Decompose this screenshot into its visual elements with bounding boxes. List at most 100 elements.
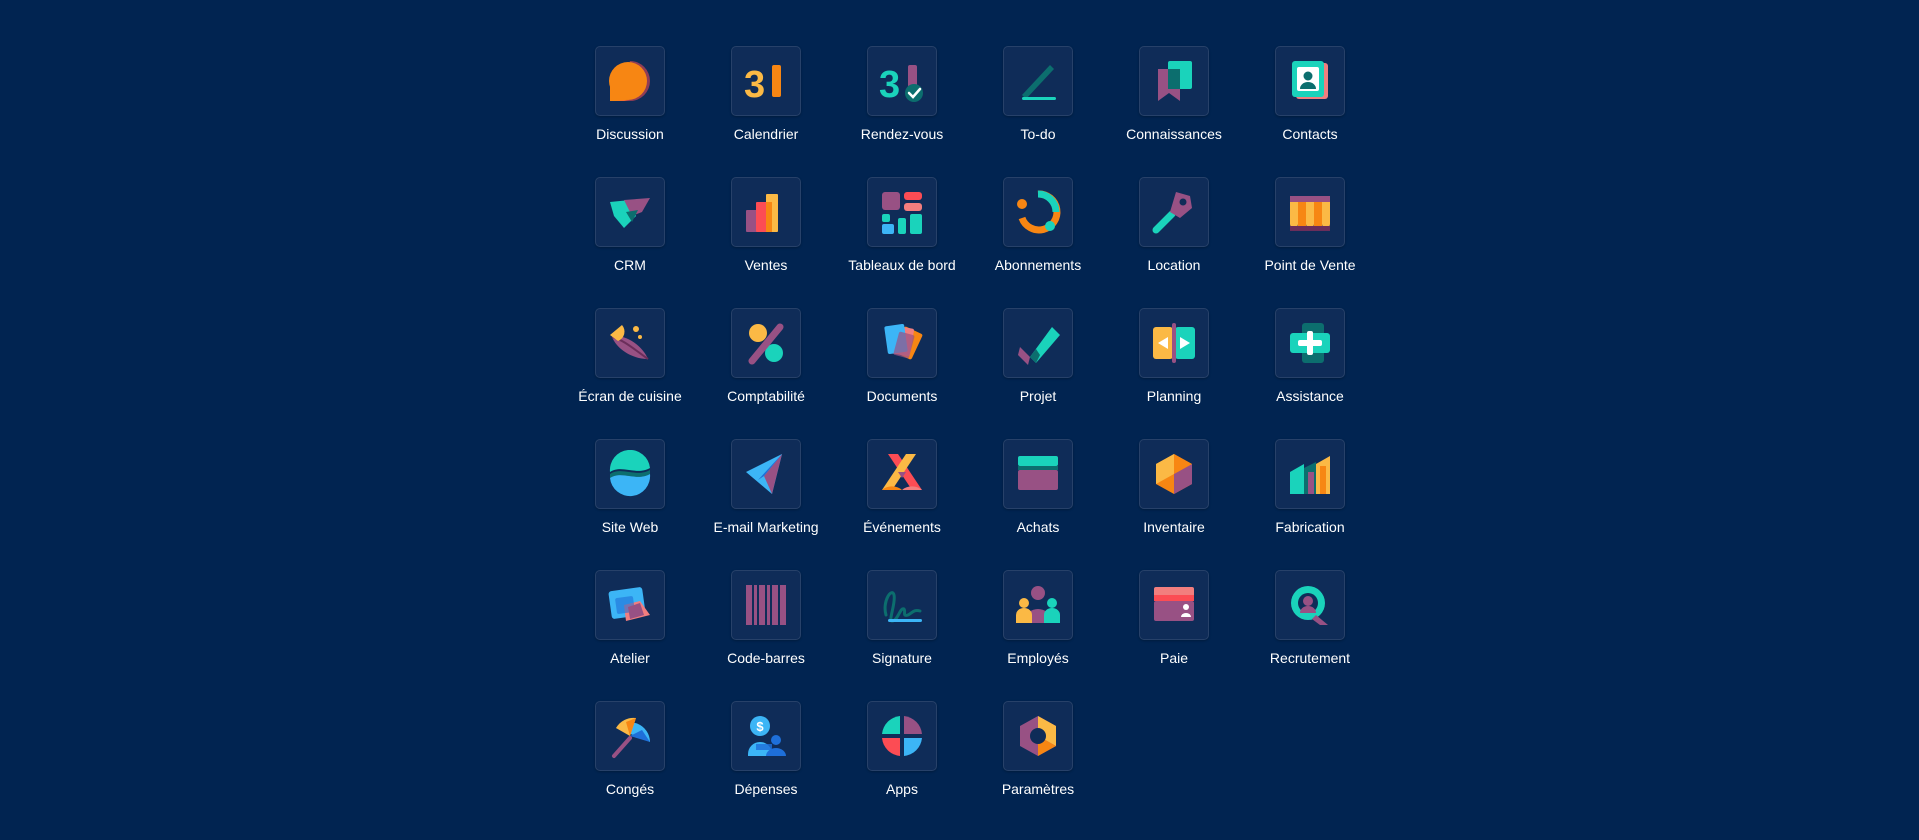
svg-text:3: 3 bbox=[879, 64, 900, 105]
dashboard-icon[interactable] bbox=[867, 177, 937, 247]
app-label: Site Web bbox=[601, 519, 659, 535]
app-tile-documents-stack[interactable]: Documents bbox=[834, 308, 970, 439]
app-tile-checkmark[interactable]: Projet bbox=[970, 308, 1106, 439]
app-label: Dépenses bbox=[734, 781, 798, 797]
app-tile-globe-waves[interactable]: Site Web bbox=[562, 439, 698, 570]
app-tile-key[interactable]: Location bbox=[1106, 177, 1242, 308]
app-label: Discussion bbox=[596, 126, 664, 142]
app-label: Code-barres bbox=[727, 650, 805, 666]
payslip-card-icon[interactable] bbox=[1139, 570, 1209, 640]
event-ribbon-icon[interactable] bbox=[867, 439, 937, 509]
key-icon[interactable] bbox=[1139, 177, 1209, 247]
app-tile-box-cube[interactable]: Inventaire bbox=[1106, 439, 1242, 570]
kitchen-whisk-icon[interactable] bbox=[595, 308, 665, 378]
handshake-icon[interactable] bbox=[595, 177, 665, 247]
app-label: Inventaire bbox=[1143, 519, 1205, 535]
app-tile-apps-quadrants[interactable]: Apps bbox=[834, 701, 970, 832]
documents-stack-icon[interactable] bbox=[867, 308, 937, 378]
app-label: Contacts bbox=[1282, 126, 1338, 142]
app-tile-expense-person[interactable]: $ Dépenses bbox=[698, 701, 834, 832]
plus-cross-icon[interactable] bbox=[1275, 308, 1345, 378]
app-label: Signature bbox=[872, 650, 932, 666]
app-label: Fabrication bbox=[1275, 519, 1345, 535]
app-tile-kitchen-whisk[interactable]: Écran de cuisine bbox=[562, 308, 698, 439]
pencil-icon[interactable] bbox=[1003, 46, 1073, 116]
recurring-circle-icon[interactable] bbox=[1003, 177, 1073, 247]
app-label: Ventes bbox=[744, 257, 788, 273]
appointment-calendar-icon[interactable]: 3 bbox=[867, 46, 937, 116]
app-label: Abonnements bbox=[994, 257, 1082, 273]
app-tile-contact-card[interactable]: Contacts bbox=[1242, 46, 1378, 177]
magnifier-person-icon[interactable] bbox=[1275, 570, 1345, 640]
bookmark-icon[interactable] bbox=[1139, 46, 1209, 116]
app-label: Point de Vente bbox=[1264, 257, 1356, 273]
checkmark-icon[interactable] bbox=[1003, 308, 1073, 378]
app-tile-workshop-cards[interactable]: Atelier bbox=[562, 570, 698, 701]
app-label: Calendrier bbox=[733, 126, 799, 142]
globe-waves-icon[interactable] bbox=[595, 439, 665, 509]
app-tile-calendar[interactable]: 3 Calendrier bbox=[698, 46, 834, 177]
app-tile-chat-bubble[interactable]: Discussion bbox=[562, 46, 698, 177]
app-label: Rendez-vous bbox=[860, 126, 944, 142]
bar-chart-icon[interactable] bbox=[731, 177, 801, 247]
app-tile-credit-card[interactable]: Achats bbox=[970, 439, 1106, 570]
box-cube-icon[interactable] bbox=[1139, 439, 1209, 509]
app-tile-planning-arrows[interactable]: Planning bbox=[1106, 308, 1242, 439]
app-label: Assistance bbox=[1276, 388, 1344, 404]
app-grid: Discussion 3 Calendrier 3 Rendez-vous To-do Co… bbox=[562, 46, 1358, 832]
calendar-icon[interactable]: 3 bbox=[731, 46, 801, 116]
contact-card-icon[interactable] bbox=[1275, 46, 1345, 116]
umbrella-icon[interactable] bbox=[595, 701, 665, 771]
app-tile-barcode[interactable]: Code-barres bbox=[698, 570, 834, 701]
app-label: E-mail Marketing bbox=[713, 519, 819, 535]
chat-bubble-icon[interactable] bbox=[595, 46, 665, 116]
app-tile-recurring-circle[interactable]: Abonnements bbox=[970, 177, 1106, 308]
workshop-cards-icon[interactable] bbox=[595, 570, 665, 640]
apps-quadrants-icon[interactable] bbox=[867, 701, 937, 771]
app-tile-bar-chart[interactable]: Ventes bbox=[698, 177, 834, 308]
app-tile-dashboard[interactable]: Tableaux de bord bbox=[834, 177, 970, 308]
app-tile-percent[interactable]: Comptabilité bbox=[698, 308, 834, 439]
app-tile-factory[interactable]: Fabrication bbox=[1242, 439, 1378, 570]
app-tile-storefront[interactable]: Point de Vente bbox=[1242, 177, 1378, 308]
app-tile-magnifier-person[interactable]: Recrutement bbox=[1242, 570, 1378, 701]
app-tile-signature[interactable]: Signature bbox=[834, 570, 970, 701]
app-label: Location bbox=[1147, 257, 1201, 273]
expense-person-icon[interactable]: $ bbox=[731, 701, 801, 771]
app-tile-plus-cross[interactable]: Assistance bbox=[1242, 308, 1378, 439]
app-tile-people[interactable]: Employés bbox=[970, 570, 1106, 701]
app-label: CRM bbox=[614, 257, 646, 273]
barcode-icon[interactable] bbox=[731, 570, 801, 640]
app-label: Planning bbox=[1146, 388, 1202, 404]
paper-plane-icon[interactable] bbox=[731, 439, 801, 509]
credit-card-icon[interactable] bbox=[1003, 439, 1073, 509]
app-tile-bookmark[interactable]: Connaissances bbox=[1106, 46, 1242, 177]
planning-arrows-icon[interactable] bbox=[1139, 308, 1209, 378]
app-tile-umbrella[interactable]: Congés bbox=[562, 701, 698, 832]
app-tile-pencil[interactable]: To-do bbox=[970, 46, 1106, 177]
app-tile-payslip-card[interactable]: Paie bbox=[1106, 570, 1242, 701]
app-label: Congés bbox=[605, 781, 655, 797]
app-label: Projet bbox=[1019, 388, 1057, 404]
app-label: Connaissances bbox=[1126, 126, 1222, 142]
app-tile-paper-plane[interactable]: E-mail Marketing bbox=[698, 439, 834, 570]
app-label: Employés bbox=[1007, 650, 1069, 666]
app-label: Événements bbox=[863, 519, 941, 535]
app-tile-event-ribbon[interactable]: Événements bbox=[834, 439, 970, 570]
app-label: Comptabilité bbox=[727, 388, 805, 404]
people-icon[interactable] bbox=[1003, 570, 1073, 640]
storefront-icon[interactable] bbox=[1275, 177, 1345, 247]
percent-icon[interactable] bbox=[731, 308, 801, 378]
app-label: Achats bbox=[1016, 519, 1060, 535]
app-tile-handshake[interactable]: CRM bbox=[562, 177, 698, 308]
app-label: Paie bbox=[1159, 650, 1189, 666]
app-label: Écran de cuisine bbox=[578, 388, 682, 404]
svg-text:$: $ bbox=[756, 719, 764, 734]
app-label: Paramètres bbox=[1001, 781, 1075, 797]
settings-hexagon-icon[interactable] bbox=[1003, 701, 1073, 771]
app-tile-appointment-calendar[interactable]: 3 Rendez-vous bbox=[834, 46, 970, 177]
signature-icon[interactable] bbox=[867, 570, 937, 640]
app-tile-settings-hexagon[interactable]: Paramètres bbox=[970, 701, 1106, 832]
factory-icon[interactable] bbox=[1275, 439, 1345, 509]
app-label: Tableaux de bord bbox=[848, 257, 956, 273]
